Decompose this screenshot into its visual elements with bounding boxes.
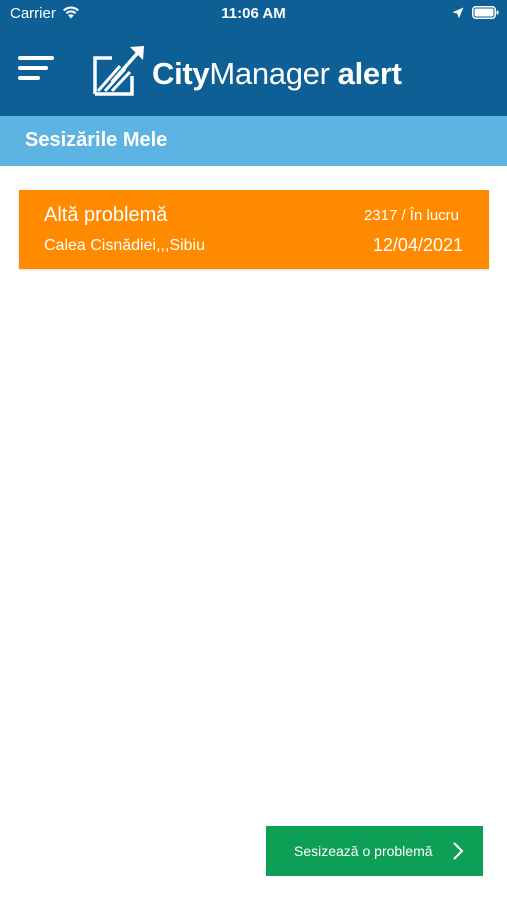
- app-screen: Carrier 11:06 AM CityManager alert Sesiz…: [0, 0, 507, 900]
- hamburger-menu-icon: [18, 56, 54, 60]
- status-bar: Carrier 11:06 AM: [0, 0, 507, 28]
- report-category: Altă problemă: [44, 204, 168, 226]
- hamburger-line: [18, 66, 48, 70]
- status-time: 11:06 AM: [221, 5, 286, 22]
- report-list-item[interactable]: Altă problemă 2317 / În lucru Calea Cisn…: [19, 190, 489, 269]
- hamburger-line: [18, 76, 40, 80]
- menu-button[interactable]: [18, 56, 56, 86]
- app-logo-text: CityManager alert: [152, 56, 402, 92]
- logo-city: City: [152, 56, 210, 91]
- report-problem-button[interactable]: Sesizează o problemă: [266, 826, 483, 876]
- location-arrow-icon: [452, 7, 464, 19]
- report-problem-label: Sesizează o problemă: [294, 843, 433, 859]
- page-title: Sesizările Mele: [25, 129, 168, 151]
- city-manager-logo-icon: [93, 46, 144, 96]
- report-address: Calea Cisnădiei,,,Sibiu: [44, 237, 205, 254]
- chevron-right-icon: [453, 842, 464, 860]
- battery-icon: [472, 6, 499, 19]
- logo-manager: Manager: [209, 56, 330, 91]
- logo-alert: alert: [337, 56, 402, 91]
- section-header: Sesizările Mele: [0, 116, 507, 166]
- report-id-status: 2317 / În lucru: [363, 207, 459, 224]
- app-header: Carrier 11:06 AM CityManager alert: [0, 0, 507, 116]
- report-date: 12/04/2021: [372, 235, 463, 255]
